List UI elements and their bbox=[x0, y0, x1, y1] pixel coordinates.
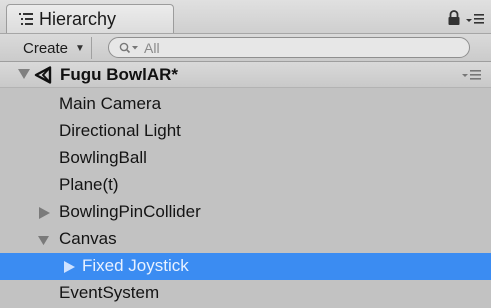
dropdown-arrow-icon: ▼ bbox=[75, 42, 85, 54]
item-label: Fixed Joystick bbox=[82, 256, 189, 275]
hierarchy-list: Main Camera Directional Light BowlingBal… bbox=[0, 91, 491, 307]
list-item-event-system[interactable]: EventSystem bbox=[0, 280, 491, 307]
item-label: EventSystem bbox=[59, 283, 160, 302]
item-label: Directional Light bbox=[59, 121, 181, 140]
expand-right-icon[interactable] bbox=[39, 207, 50, 219]
lock-icon[interactable] bbox=[447, 10, 461, 26]
tab-title: Hierarchy bbox=[39, 9, 117, 29]
list-item-plane[interactable]: Plane(t) bbox=[0, 172, 491, 199]
list-item-directional-light[interactable]: Directional Light bbox=[0, 118, 491, 145]
expand-right-icon[interactable] bbox=[64, 261, 75, 273]
list-item-canvas[interactable]: Canvas bbox=[0, 226, 491, 253]
search-icon bbox=[119, 42, 138, 53]
item-label: BowlingPinCollider bbox=[59, 202, 201, 221]
tab-hierarchy[interactable]: Hierarchy bbox=[6, 4, 174, 33]
list-item-fixed-joystick[interactable]: Fixed Joystick bbox=[0, 253, 491, 280]
list-item-bowling-ball[interactable]: BowlingBall bbox=[0, 145, 491, 172]
hierarchy-list-icon bbox=[19, 13, 33, 25]
scene-name: Fugu BowlAR* bbox=[60, 65, 179, 84]
item-label: Plane(t) bbox=[59, 175, 119, 194]
expand-down-icon[interactable] bbox=[18, 69, 30, 80]
list-item-main-camera[interactable]: Main Camera bbox=[0, 91, 491, 118]
unity-scene-icon bbox=[34, 66, 52, 84]
search-field[interactable] bbox=[108, 37, 470, 58]
expand-down-icon[interactable] bbox=[38, 235, 49, 247]
search-input[interactable] bbox=[142, 38, 466, 57]
item-label: Main Camera bbox=[59, 94, 162, 113]
list-item-bowling-pin-collider[interactable]: BowlingPinCollider bbox=[0, 199, 491, 226]
scene-menu-icon[interactable] bbox=[462, 69, 482, 81]
hierarchy-toolbar: Create ▼ bbox=[0, 33, 491, 62]
item-label: BowlingBall bbox=[59, 148, 147, 167]
tab-bar: Hierarchy bbox=[0, 0, 491, 33]
scene-row[interactable]: Fugu BowlAR* bbox=[0, 62, 491, 88]
hierarchy-window: Hierarchy Create ▼ All Fugu BowlAR* Main… bbox=[0, 0, 491, 308]
create-button[interactable]: Create ▼ bbox=[17, 37, 92, 59]
create-button-label: Create bbox=[23, 39, 69, 57]
panel-menu-icon[interactable] bbox=[466, 10, 484, 26]
item-label: Canvas bbox=[59, 229, 117, 248]
